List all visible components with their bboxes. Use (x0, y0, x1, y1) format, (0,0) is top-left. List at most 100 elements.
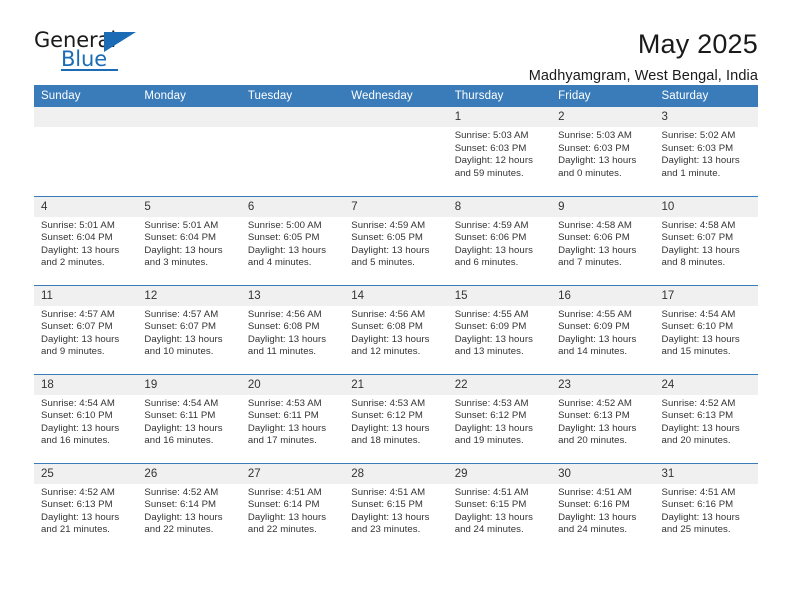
sunrise-text: Sunrise: 4:59 AM (351, 219, 426, 231)
calendar-day-cell[interactable]: 8 Sunrise: 4:59 AM Sunset: 6:06 PM Daylight… (447, 195, 552, 285)
daylight-text-line1: Daylight: 13 hours (247, 511, 327, 523)
calendar-day-cell[interactable]: 9 Sunrise: 4:58 AM Sunset: 6:06 PM Daylight… (551, 195, 655, 285)
daylight-text-line1: Daylight: 13 hours (247, 333, 327, 345)
daylight-text-line2: and 22 minutes. (247, 524, 317, 536)
sunset-text: Sunset: 6:15 PM (351, 499, 423, 511)
daylight-text-line1: Daylight: 13 hours (454, 422, 533, 434)
day-number: 16 (551, 285, 655, 306)
day-details: Sunrise: 4:55 AM Sunset: 6:09 PM Daylight:… (448, 306, 551, 359)
day-number: 3 (654, 107, 758, 127)
sunrise-text: Sunrise: 4:51 AM (661, 486, 736, 498)
calendar-day-cell[interactable] (344, 107, 448, 196)
calendar-day-cell[interactable]: 18 Sunrise: 4:54 AM Sunset: 6:10 PM Dayligh… (34, 373, 138, 463)
daylight-text-line1: Daylight: 13 hours (247, 422, 327, 434)
weekday-header-sunday: Sunday (34, 85, 138, 107)
daylight-text-line2: and 14 minutes. (558, 346, 628, 358)
calendar-day-cell[interactable]: 2 Sunrise: 5:03 AM Sunset: 6:03 PM Daylight… (551, 107, 655, 196)
calendar-day-cell[interactable] (34, 107, 138, 196)
sunrise-text: Sunrise: 4:53 AM (351, 397, 426, 409)
daylight-text-line1: Daylight: 12 hours (454, 155, 533, 167)
sunrise-text: Sunrise: 4:52 AM (661, 397, 736, 409)
calendar-day-cell[interactable]: 1 Sunrise: 5:03 AM Sunset: 6:03 PM Daylight… (447, 107, 552, 196)
calendar-day-cell[interactable]: 29 Sunrise: 4:51 AM Sunset: 6:15 PM Dayligh… (447, 462, 552, 552)
daylight-text-line1: Daylight: 13 hours (41, 511, 120, 523)
calendar-day-cell[interactable]: 16 Sunrise: 4:55 AM Sunset: 6:09 PM Dayligh… (551, 284, 655, 374)
day-number: 21 (344, 374, 448, 395)
daylight-text-line1: Daylight: 13 hours (661, 244, 740, 256)
day-number: 18 (34, 374, 138, 395)
calendar-day-cell[interactable]: 24 Sunrise: 4:52 AM Sunset: 6:13 PM Dayligh… (654, 373, 758, 463)
sunset-text: Sunset: 6:09 PM (558, 321, 630, 333)
calendar-day-cell[interactable]: 15 Sunrise: 4:55 AM Sunset: 6:09 PM Dayligh… (447, 284, 552, 374)
sunset-text: Sunset: 6:10 PM (41, 410, 113, 422)
sunrise-text: Sunrise: 4:51 AM (247, 486, 322, 498)
calendar-day-cell[interactable]: 13 Sunrise: 4:56 AM Sunset: 6:08 PM Dayligh… (240, 284, 345, 374)
sunrise-text: Sunrise: 5:02 AM (661, 130, 736, 141)
day-details: Sunrise: 4:57 AM Sunset: 6:07 PM Daylight:… (34, 306, 137, 359)
calendar-day-cell[interactable]: 4 Sunrise: 5:01 AM Sunset: 6:04 PM Daylight… (34, 195, 138, 285)
day-details: Sunrise: 4:58 AM Sunset: 6:07 PM Daylight:… (655, 217, 758, 270)
day-number: 17 (654, 285, 758, 306)
calendar-day-cell[interactable]: 19 Sunrise: 4:54 AM Sunset: 6:11 PM Dayligh… (137, 373, 241, 463)
day-number: 5 (137, 196, 241, 217)
sunset-text: Sunset: 6:13 PM (558, 410, 630, 422)
calendar-day-cell[interactable]: 5 Sunrise: 5:01 AM Sunset: 6:04 PM Daylight… (137, 195, 241, 285)
calendar-day-cell[interactable]: 27 Sunrise: 4:51 AM Sunset: 6:14 PM Dayligh… (240, 462, 345, 552)
calendar-day-cell[interactable]: 3 Sunrise: 5:02 AM Sunset: 6:03 PM Daylight… (654, 107, 758, 196)
sunrise-text: Sunrise: 4:58 AM (661, 219, 736, 231)
calendar-day-cell[interactable]: 22 Sunrise: 4:53 AM Sunset: 6:12 PM Dayligh… (447, 373, 552, 463)
day-number: 1 (447, 107, 552, 127)
day-number: 6 (240, 196, 345, 217)
day-details: Sunrise: 4:54 AM Sunset: 6:10 PM Daylight:… (34, 395, 137, 448)
general-blue-logo[interactable]: General Blue (34, 28, 146, 74)
sunrise-text: Sunrise: 4:54 AM (144, 397, 219, 409)
calendar-day-cell[interactable]: 10 Sunrise: 4:58 AM Sunset: 6:07 PM Dayligh… (654, 195, 758, 285)
day-number: 12 (137, 285, 241, 306)
calendar-day-cell[interactable]: 11 Sunrise: 4:57 AM Sunset: 6:07 PM Dayligh… (34, 284, 138, 374)
calendar-week-row: 1 Sunrise: 5:03 AM Sunset: 6:03 PM Daylight… (34, 107, 758, 196)
calendar-day-cell[interactable]: 28 Sunrise: 4:51 AM Sunset: 6:15 PM Dayligh… (344, 462, 448, 552)
day-details: Sunrise: 4:56 AM Sunset: 6:08 PM Daylight:… (241, 306, 344, 359)
sunrise-text: Sunrise: 4:57 AM (41, 308, 115, 320)
daylight-text-line1: Daylight: 13 hours (144, 333, 223, 345)
calendar-day-cell[interactable]: 23 Sunrise: 4:52 AM Sunset: 6:13 PM Dayligh… (551, 373, 655, 463)
calendar-page: General Blue May 2025 Madhyamgram, West … (0, 0, 792, 612)
day-details: Sunrise: 5:02 AM Sunset: 6:03 PM Daylight:… (655, 127, 758, 180)
sunset-text: Sunset: 6:16 PM (558, 499, 630, 511)
day-details: Sunrise: 4:55 AM Sunset: 6:09 PM Daylight:… (551, 306, 654, 359)
calendar-day-cell[interactable]: 12 Sunrise: 4:57 AM Sunset: 6:07 PM Dayligh… (137, 284, 241, 374)
calendar-body: 1 Sunrise: 5:03 AM Sunset: 6:03 PM Daylight… (34, 107, 758, 552)
sunset-text: Sunset: 6:05 PM (351, 232, 423, 244)
calendar-day-cell[interactable]: 25 Sunrise: 4:52 AM Sunset: 6:13 PM Dayligh… (34, 462, 138, 552)
sunrise-text: Sunrise: 4:52 AM (41, 486, 115, 498)
daylight-text-line2: and 1 minute. (661, 167, 721, 179)
weekday-header-friday: Friday (551, 85, 655, 107)
daylight-text-line1: Daylight: 13 hours (351, 422, 430, 434)
sunrise-text: Sunrise: 4:59 AM (454, 219, 529, 231)
calendar-day-cell[interactable]: 31 Sunrise: 4:51 AM Sunset: 6:16 PM Dayligh… (654, 462, 758, 552)
calendar-day-cell[interactable]: 30 Sunrise: 4:51 AM Sunset: 6:16 PM Dayligh… (551, 462, 655, 552)
weekday-header-tuesday: Tuesday (240, 85, 345, 107)
day-number (240, 107, 345, 127)
calendar-day-cell[interactable]: 7 Sunrise: 4:59 AM Sunset: 6:05 PM Daylight… (344, 195, 448, 285)
calendar-day-cell[interactable]: 21 Sunrise: 4:53 AM Sunset: 6:12 PM Dayligh… (344, 373, 448, 463)
calendar-day-cell[interactable]: 6 Sunrise: 5:00 AM Sunset: 6:05 PM Daylight… (240, 195, 345, 285)
daylight-text-line2: and 0 minutes. (558, 167, 622, 179)
calendar-day-cell[interactable]: 26 Sunrise: 4:52 AM Sunset: 6:14 PM Dayligh… (137, 462, 241, 552)
sunset-text: Sunset: 6:12 PM (454, 410, 527, 422)
sunset-text: Sunset: 6:03 PM (454, 142, 527, 154)
calendar-day-cell[interactable] (240, 107, 345, 196)
day-number: 28 (344, 463, 448, 484)
calendar-day-cell[interactable]: 20 Sunrise: 4:53 AM Sunset: 6:11 PM Dayligh… (240, 373, 345, 463)
calendar-day-cell[interactable]: 14 Sunrise: 4:56 AM Sunset: 6:08 PM Dayligh… (344, 284, 448, 374)
calendar-day-cell[interactable] (137, 107, 241, 196)
daylight-text-line2: and 13 minutes. (454, 346, 524, 358)
daylight-text-line1: Daylight: 13 hours (454, 511, 533, 523)
daylight-text-line2: and 12 minutes. (351, 346, 421, 358)
daylight-text-line2: and 18 minutes. (351, 435, 421, 447)
calendar-day-cell[interactable]: 17 Sunrise: 4:54 AM Sunset: 6:10 PM Dayligh… (654, 284, 758, 374)
day-number: 13 (240, 285, 345, 306)
daylight-text-line2: and 3 minutes. (144, 257, 209, 269)
day-number (34, 107, 138, 127)
day-details: Sunrise: 5:01 AM Sunset: 6:04 PM Daylight:… (137, 217, 240, 270)
